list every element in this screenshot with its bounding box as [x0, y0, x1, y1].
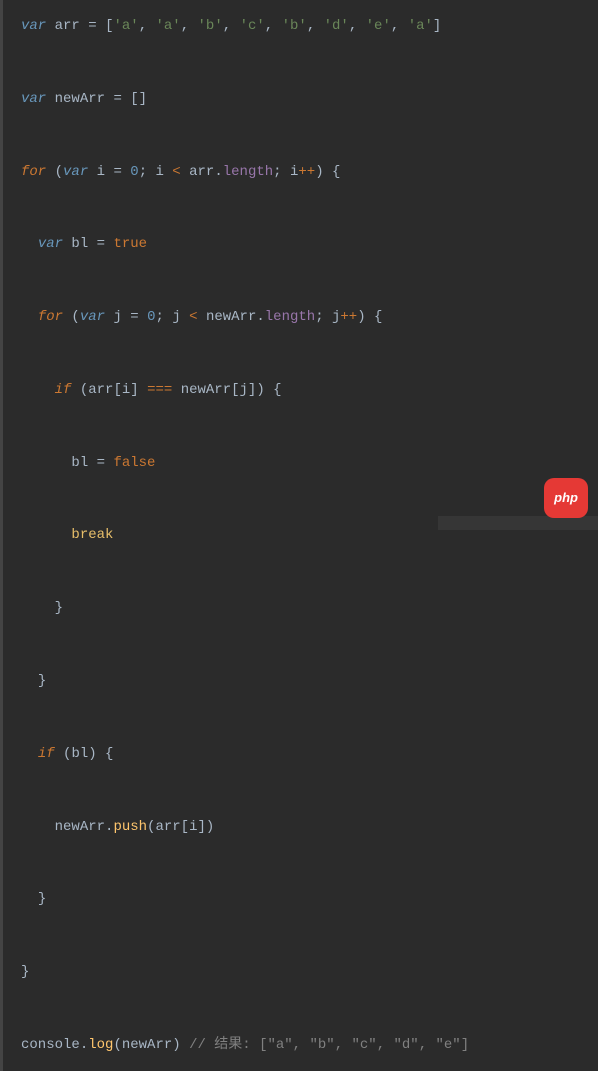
code-editor: var arr = ['a', 'a', 'b', 'c', 'b', 'd',… — [0, 0, 598, 1071]
keyword-var: var — [21, 91, 46, 107]
ident-console: console — [21, 1037, 80, 1053]
ident-arr: arr — [55, 18, 80, 34]
keyword-if: if — [38, 746, 55, 762]
method-log: log — [88, 1037, 113, 1053]
keyword-for: for — [38, 309, 63, 325]
keyword-break: break — [71, 527, 113, 543]
ident-newarr: newArr — [55, 91, 105, 107]
method-push: push — [113, 819, 147, 835]
keyword-for: for — [21, 164, 46, 180]
comment: // 结果: ["a", "b", "c", "d", "e"] — [181, 1037, 469, 1053]
string-literal: 'a' — [113, 18, 138, 34]
keyword-var: var — [21, 18, 46, 34]
fade-overlay — [438, 516, 598, 530]
keyword-if: if — [55, 382, 72, 398]
